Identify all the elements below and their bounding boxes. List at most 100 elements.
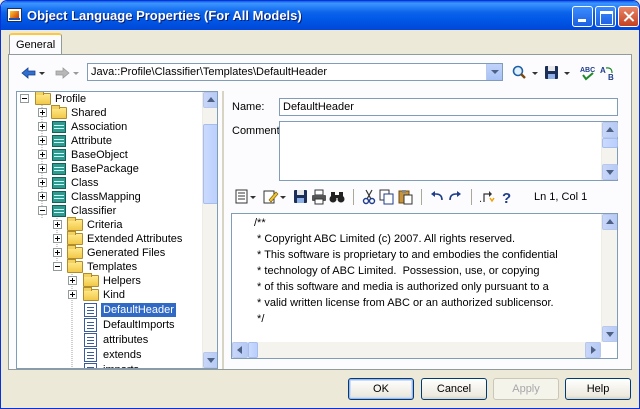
help-button[interactable]: Help xyxy=(565,378,631,400)
find-text-button[interactable] xyxy=(329,189,345,205)
expand-icon[interactable] xyxy=(38,178,47,187)
template-editor[interactable]: /** * Copyright ABC Limited (c) 2007. Al… xyxy=(231,213,618,359)
toolbar-separator xyxy=(471,189,472,205)
scroll-up-button[interactable] xyxy=(602,214,617,230)
folder-icon xyxy=(35,92,51,105)
cancel-button[interactable]: Cancel xyxy=(421,378,487,400)
chevron-down-icon[interactable] xyxy=(486,64,502,80)
maximize-button[interactable] xyxy=(595,6,616,27)
find-button[interactable] xyxy=(511,64,541,82)
expand-icon[interactable] xyxy=(38,136,47,145)
editor-horizontal-scrollbar[interactable] xyxy=(232,342,601,358)
scroll-down-button[interactable] xyxy=(602,164,618,180)
printer-icon xyxy=(312,189,326,205)
tree-item-label: Kind xyxy=(103,289,126,301)
editor-line: * Copyright ABC Limited (c) 2007. All ri… xyxy=(254,233,516,245)
editor-vertical-scrollbar[interactable] xyxy=(601,214,617,342)
collapse-icon[interactable] xyxy=(53,262,62,271)
table-icon xyxy=(52,205,66,217)
tree-item-label: Class xyxy=(71,177,99,189)
edit-with-button[interactable] xyxy=(263,189,286,205)
apply-button[interactable]: Apply xyxy=(493,378,559,400)
table-icon xyxy=(52,177,66,189)
minimize-button[interactable] xyxy=(572,6,593,27)
expand-icon[interactable] xyxy=(38,164,47,173)
template-icon xyxy=(84,303,97,317)
replace-text-icon: A B xyxy=(600,66,614,82)
tab-general[interactable]: General xyxy=(9,33,63,55)
forward-button[interactable] xyxy=(53,64,81,82)
expand-icon[interactable] xyxy=(38,192,47,201)
undo-icon xyxy=(431,191,443,201)
cut-button[interactable] xyxy=(361,189,377,205)
expand-icon[interactable] xyxy=(38,150,47,159)
properties-button[interactable] xyxy=(235,189,256,205)
editor-line: * This software is proprietary to and em… xyxy=(254,249,558,261)
comment-input[interactable] xyxy=(279,121,618,181)
path-combo[interactable]: Java::Profile\Classifier\Templates\Defau… xyxy=(87,63,503,81)
expand-icon[interactable] xyxy=(38,108,47,117)
copy-button[interactable] xyxy=(379,189,395,205)
insert-field-button[interactable]: . xyxy=(479,189,495,205)
close-button[interactable] xyxy=(618,6,639,27)
back-button[interactable] xyxy=(19,64,47,82)
print-button[interactable] xyxy=(311,189,327,205)
scroll-thumb[interactable] xyxy=(248,342,258,358)
category-tree[interactable]: Profile Shared Association Attribute Bas… xyxy=(16,91,218,369)
tree-item-label: attributes xyxy=(103,334,149,346)
expand-icon[interactable] xyxy=(68,290,77,299)
spell-check-button[interactable]: ABC xyxy=(579,64,597,82)
scroll-down-button[interactable] xyxy=(203,352,217,368)
save-text-button[interactable] xyxy=(293,189,309,205)
table-icon xyxy=(52,191,66,203)
question-mark-icon: ? xyxy=(502,190,511,207)
scroll-up-button[interactable] xyxy=(602,122,618,138)
table-icon xyxy=(52,135,66,147)
tree-item-label: Criteria xyxy=(87,219,123,231)
ok-button[interactable]: OK xyxy=(348,378,414,400)
scroll-left-button[interactable] xyxy=(232,342,248,358)
scissors-icon xyxy=(362,189,376,205)
arrow-right-icon xyxy=(55,67,79,79)
scroll-up-button[interactable] xyxy=(203,92,217,108)
floppy-disk-icon xyxy=(294,190,307,203)
svg-text:?: ? xyxy=(502,190,511,205)
template-icon xyxy=(84,348,97,362)
scroll-thumb[interactable] xyxy=(203,124,217,204)
panel-splitter[interactable] xyxy=(222,91,224,369)
undo-button[interactable] xyxy=(429,189,445,205)
expand-icon[interactable] xyxy=(53,234,62,243)
folder-icon xyxy=(83,287,99,301)
comment-scrollbar[interactable] xyxy=(601,122,618,180)
folder-icon xyxy=(67,231,83,245)
tree-item-label: Generated Files xyxy=(87,247,166,259)
tree-item-label: Extended Attributes xyxy=(87,233,183,245)
comment-label: Comment: xyxy=(232,125,283,137)
scroll-right-button[interactable] xyxy=(585,342,601,358)
expand-icon[interactable] xyxy=(53,220,62,229)
replace-button[interactable]: A B xyxy=(599,64,617,82)
binoculars-icon xyxy=(329,192,345,203)
tree-item-label: Shared xyxy=(71,107,107,119)
help-context-button[interactable]: ? xyxy=(499,189,515,207)
save-button[interactable] xyxy=(544,64,574,82)
collapse-icon[interactable] xyxy=(20,94,29,103)
redo-button[interactable] xyxy=(447,189,463,205)
expand-icon[interactable] xyxy=(53,248,62,257)
title-bar[interactable]: Object Language Properties (For All Mode… xyxy=(1,1,639,30)
expand-icon[interactable] xyxy=(68,276,77,285)
svg-text:A: A xyxy=(600,66,606,75)
toolbar-separator xyxy=(421,189,422,205)
paste-button[interactable] xyxy=(397,189,413,205)
tree-item-label: Templates xyxy=(87,261,138,273)
name-input[interactable]: DefaultHeader xyxy=(279,98,618,116)
svg-text:.: . xyxy=(479,193,482,205)
scroll-down-button[interactable] xyxy=(602,326,617,342)
scroll-thumb[interactable] xyxy=(602,138,618,148)
collapse-icon[interactable] xyxy=(38,206,47,215)
expand-icon[interactable] xyxy=(38,122,47,131)
svg-text:B: B xyxy=(608,73,614,82)
app-icon xyxy=(7,8,22,22)
template-icon xyxy=(84,318,97,332)
tree-scrollbar[interactable] xyxy=(202,92,217,368)
